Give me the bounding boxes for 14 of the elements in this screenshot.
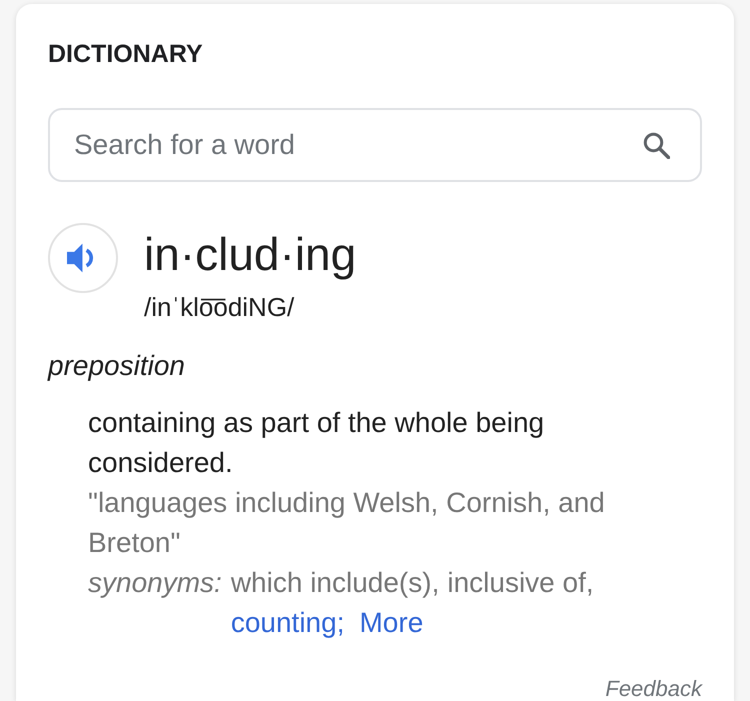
search-icon[interactable] bbox=[643, 132, 670, 159]
section-title: DICTIONARY bbox=[48, 39, 203, 69]
synonyms-label: synonyms: bbox=[88, 566, 222, 600]
part-of-speech: preposition bbox=[48, 349, 185, 383]
search-field[interactable]: Search for a word bbox=[48, 108, 702, 182]
synonym-link[interactable]: counting; bbox=[230, 603, 344, 643]
synonym-text: which include(s), bbox=[230, 566, 440, 600]
pronunciation: /inˈklo͞odiNG/ bbox=[144, 291, 294, 323]
more-link[interactable]: More bbox=[359, 603, 424, 643]
synonym-text: inclusive of, bbox=[447, 566, 594, 600]
headword: in·clud·ing bbox=[144, 228, 356, 280]
definition-text: containing as part of the whole being considered. bbox=[88, 406, 546, 480]
example-sentence: "languages including Welsh, Cornish, and Breton" bbox=[88, 486, 606, 560]
feedback-link[interactable]: Feedback bbox=[605, 677, 702, 701]
